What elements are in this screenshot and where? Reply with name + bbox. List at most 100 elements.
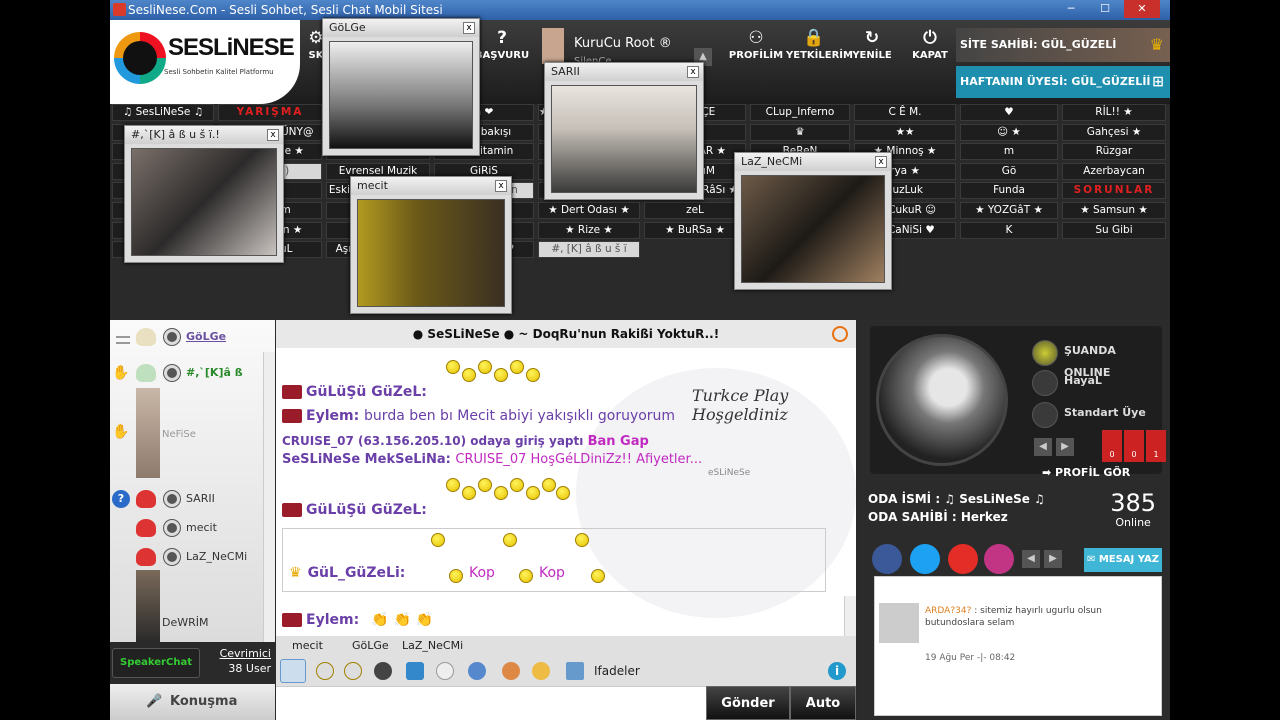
user-list-scrollbar[interactable] [263,352,275,642]
private-tab[interactable]: mecit [292,636,323,656]
private-tab[interactable]: GöLGe [352,636,389,656]
star-badge[interactable]: 0 [1124,430,1144,462]
room-button[interactable]: CLup_Inferno [750,104,850,121]
ban-link[interactable]: Ban Gap [588,434,649,449]
message-user[interactable]: SeSLiNeSe MekSeLiNa: [282,452,451,467]
room-button[interactable]: Gahçesi ★ [1062,123,1166,141]
apply-button[interactable]: ? BAŞVURU [474,26,530,61]
cam-window-sarii[interactable]: SARII x [544,62,704,200]
prev-arrow-icon[interactable]: ◀ [1022,550,1040,568]
room-button[interactable]: ★ Dert Odası ★ [538,202,640,219]
feed-message: ARDA?34? : sitemiz hayırlı ugurlu olsun … [925,605,1157,629]
next-arrow-icon[interactable]: ▶ [1056,438,1074,456]
list-item[interactable]: ? SARII [110,488,262,510]
room-button[interactable]: K [960,221,1058,239]
emoji-button[interactable] [316,662,334,680]
send-button[interactable]: Gönder [706,686,790,720]
room-button[interactable]: ★ Rize ★ [538,221,640,239]
room-button[interactable]: ★ YOZGâT ★ [960,202,1058,219]
logout-button[interactable]: ⏻ KAPAT [902,26,958,61]
room-button[interactable]: #, [K] â ß u š ï [538,241,640,259]
webcam-icon[interactable] [164,491,180,507]
maximize-button[interactable]: ☐ [1090,0,1120,18]
room-button[interactable]: ♥ [960,104,1058,121]
list-item[interactable]: GöLGe [110,326,262,348]
room-button[interactable]: ★ Samsun ★ [1062,202,1166,219]
room-button[interactable]: ♫ SesLiNeSe ♫ [112,104,214,121]
info-icon[interactable]: i [828,662,846,680]
list-item[interactable]: LaZ_NeCMi [110,546,262,568]
cam-close-button[interactable]: x [875,156,887,168]
room-button[interactable]: Funda [960,182,1058,200]
chat-message: Eylem: 👏 👏 👏 [282,612,433,628]
hand-raise-button[interactable] [280,659,306,683]
cam-close-button[interactable]: x [267,129,279,141]
cam-close-button[interactable]: x [495,180,507,192]
webcam-icon[interactable] [164,365,180,381]
room-button[interactable]: C Ê M. [854,104,956,121]
profile-button[interactable]: ⚇ PROFİLİM [728,26,784,61]
target-icon[interactable] [436,662,454,680]
talk-button[interactable]: 🎤 Konuşma [110,684,275,720]
eye-icon[interactable] [468,662,486,680]
cam-close-button[interactable]: x [687,66,699,78]
facebook-icon[interactable] [872,544,902,574]
list-item[interactable]: ✋ #,`[K]â ß [110,362,262,384]
font-button[interactable] [406,662,424,680]
room-button[interactable]: ★ BuRSa ★ [644,221,746,239]
message-user[interactable]: GüLüŞü GüZeL: [306,384,427,400]
cam-window-laz-necmi[interactable]: LaZ_NeCMi x [734,152,892,290]
emoji-label[interactable]: Ifadeler [594,664,640,678]
list-item[interactable]: mecit [110,517,262,539]
room-button[interactable]: Rüzgar [1062,143,1166,161]
instagram-icon[interactable] [984,544,1014,574]
room-button[interactable]: RİL!! ★ [1062,104,1166,121]
view-profile-button[interactable]: ➡ PROFİL GÖR [1042,466,1130,479]
rank-icon [282,613,302,627]
cam-close-button[interactable]: x [463,22,475,34]
room-button[interactable]: Azerbaycan [1062,162,1166,180]
message-user[interactable]: Eylem: [306,612,359,628]
message-user[interactable]: Eylem: [306,408,359,424]
soccer-icon[interactable] [374,662,392,680]
room-button[interactable]: Gö [960,162,1058,180]
private-tab[interactable]: LaZ_NeCMi [402,636,463,656]
message-user[interactable]: GüLüŞü GüZeL: [306,502,427,518]
emoji-button-2[interactable] [344,662,362,680]
webcam-icon[interactable] [164,549,180,565]
crown-button[interactable] [532,662,550,680]
room-button[interactable]: Su Gibi [1062,221,1166,239]
minimize-button[interactable]: ─ [1056,0,1086,18]
refresh-button[interactable]: ↻ YENİLE [844,26,900,61]
webcam-icon[interactable] [164,329,180,345]
room-button[interactable]: ♛ [750,123,850,141]
grid-icon[interactable] [566,662,584,680]
close-button[interactable]: ✕ [1124,0,1160,18]
next-arrow-icon[interactable]: ▶ [1044,550,1062,568]
room-button[interactable]: zeL [644,202,746,219]
gift-icon[interactable] [502,662,520,680]
permissions-button[interactable]: 🔒 YETKİLERİM [786,26,853,61]
cam-window-kabus[interactable]: #,`[K] â ß u š ï.! x [124,125,284,263]
auto-button[interactable]: Auto [790,686,856,720]
youtube-icon[interactable] [948,544,978,574]
chat-scrollbar[interactable] [844,596,856,636]
message-user[interactable]: GüL_GüZeLi: [308,565,406,581]
cam-window-golge[interactable]: GöLGe x [322,18,480,156]
cam-window-mecit[interactable]: mecit x [350,176,512,314]
list-item[interactable]: NeFiSe [110,424,262,446]
message-badge[interactable]: 1 [1146,430,1166,462]
gift-badge[interactable]: 0 [1102,430,1122,462]
feed-user[interactable]: ARDA?34? [925,606,971,616]
webcam-icon[interactable] [164,520,180,536]
twitter-icon[interactable] [910,544,940,574]
prev-arrow-icon[interactable]: ◀ [1034,438,1052,456]
room-button[interactable]: m [960,143,1058,161]
room-button[interactable]: SORUNLAR [1062,182,1166,200]
room-button[interactable]: ☺ ★ [960,123,1058,141]
logout-label: KAPAT [912,50,948,61]
write-message-button[interactable]: ✉ MESAJ YAZ [1084,548,1162,572]
list-item[interactable]: DeWRİM [110,612,262,634]
room-button[interactable]: ★★ [854,123,956,141]
room-button[interactable]: YARIŞMA [218,104,322,121]
